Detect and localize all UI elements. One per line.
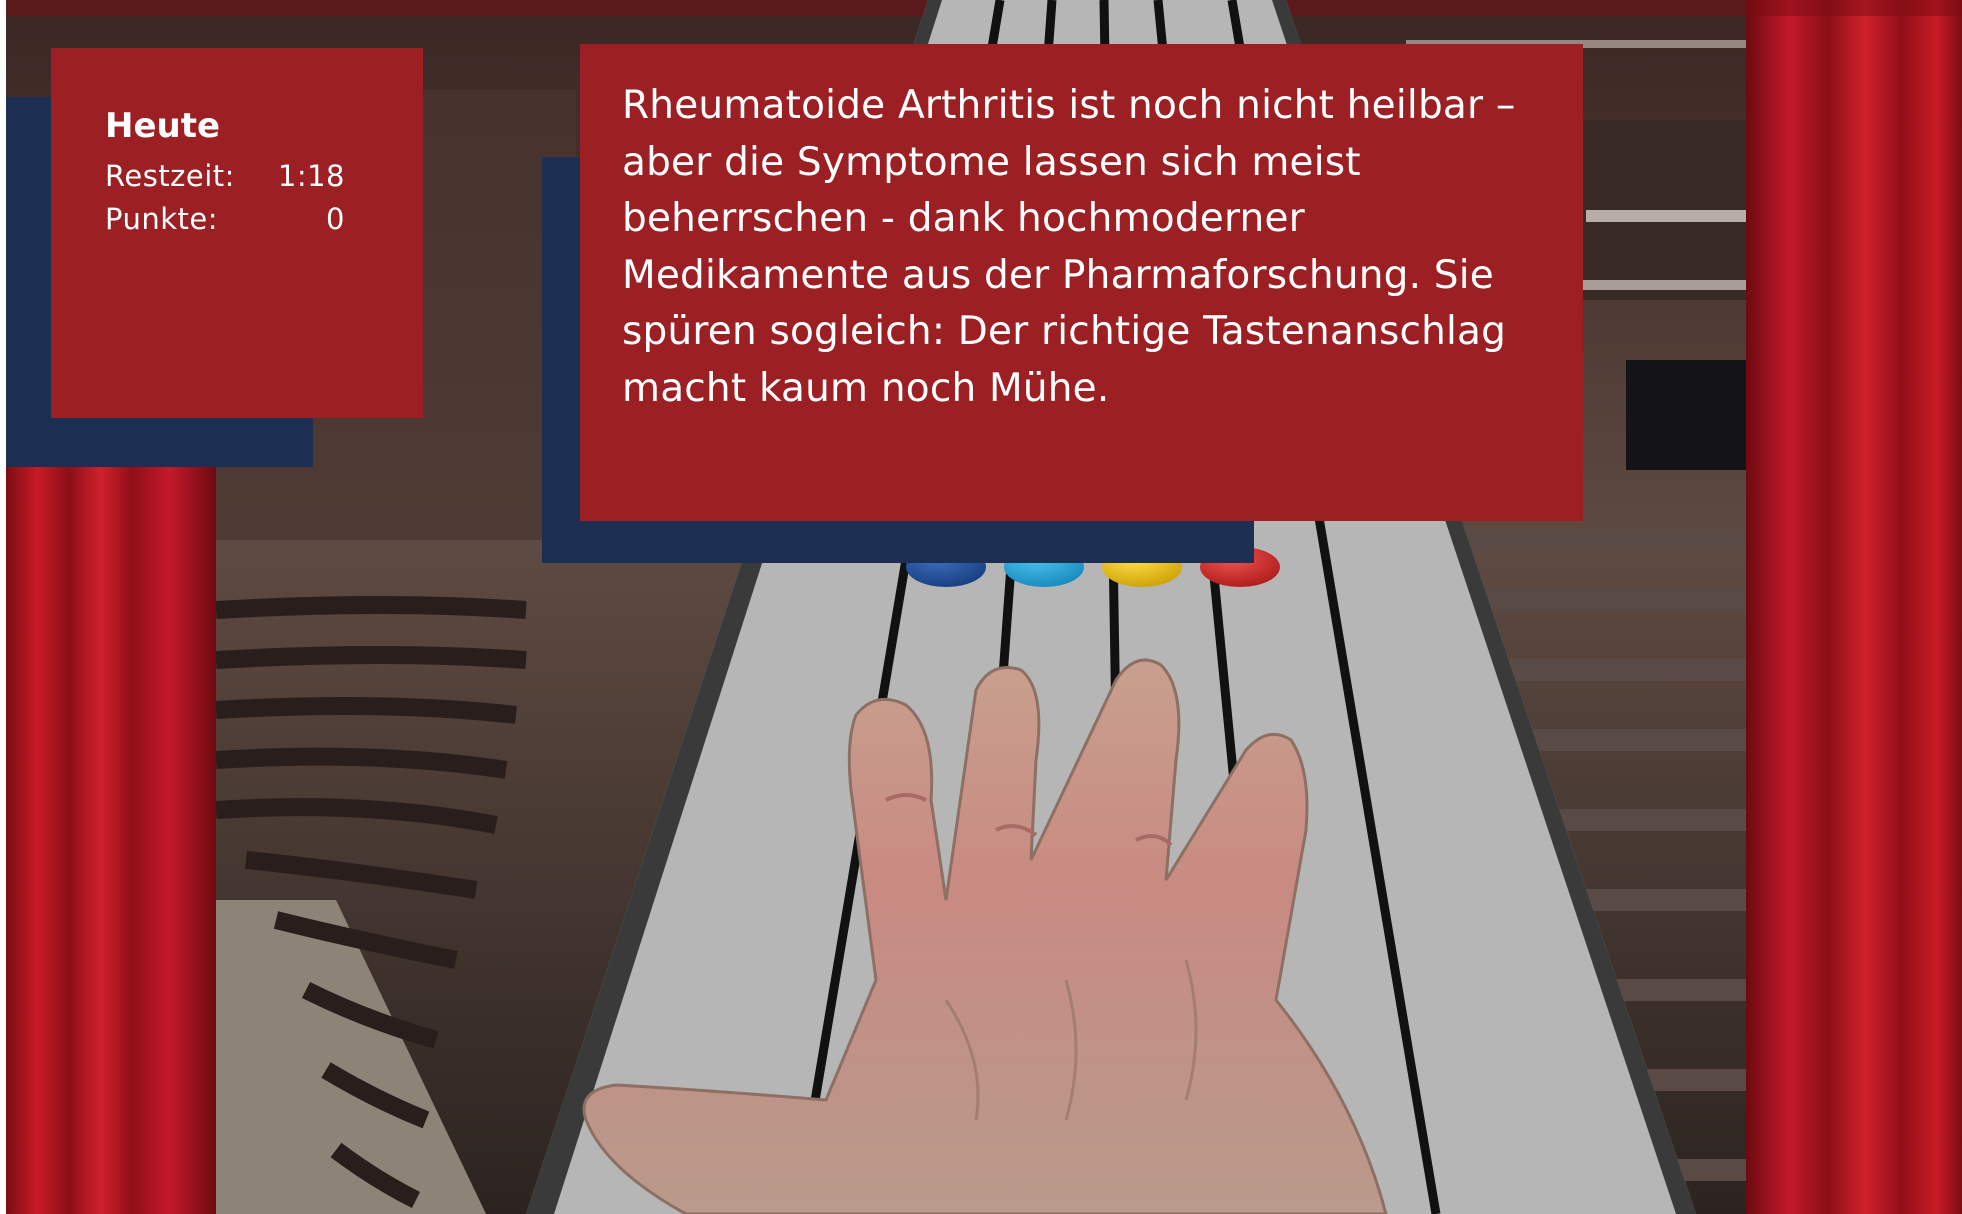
score-title: Heute [105,106,221,146]
remaining-time-label: Restzeit: [105,159,235,193]
score-panel: Heute Restzeit: 1:18 Punkte: 0 [51,48,423,418]
points-label: Punkte: [105,202,219,236]
remaining-time-value: 1:18 [277,159,345,193]
message-panel: Rheumatoide Arthritis ist noch nicht hei… [580,44,1583,521]
game-stage: Heute Restzeit: 1:18 Punkte: 0 Rheumatoi… [6,0,1962,1214]
points-value: 0 [326,202,345,236]
message-text: Rheumatoide Arthritis ist noch nicht hei… [622,83,1516,411]
